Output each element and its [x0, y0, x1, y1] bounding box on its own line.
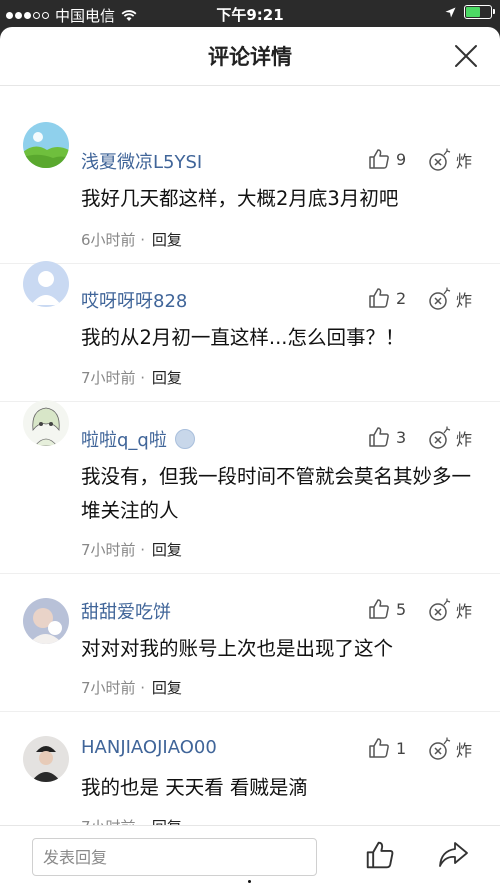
like-button[interactable]: 5: [368, 598, 406, 620]
comment-text: 我的也是 天天看 看贼是滴: [81, 776, 308, 799]
like-button[interactable]: 9: [368, 148, 406, 170]
bomb-label: 炸: [456, 152, 473, 171]
bomb-icon: [429, 426, 451, 449]
comment-text: 对对对我的账号上次也是出现了这个: [81, 637, 394, 660]
like-count: 3: [396, 427, 407, 447]
comment-text: 我的从2月初一直这样...怎么回事？！: [81, 326, 405, 349]
like-button[interactable]: 1: [368, 737, 406, 759]
comment-username[interactable]: 哎呀呀呀828: [81, 287, 187, 313]
reply-link[interactable]: 回复: [152, 231, 182, 249]
bomb-icon: [429, 737, 451, 760]
share-icon[interactable]: [437, 840, 469, 870]
username-text[interactable]: HANJIAOJIAO00: [81, 737, 217, 758]
bottom-bar: [0, 825, 500, 889]
home-indicator: [248, 880, 251, 883]
comment-detail-sheet: 评论详情 浅夏微凉L5YSI 9 炸 我好几天都这样，大概2月底3月初吧 6小时…: [0, 27, 500, 889]
bomb-button[interactable]: 炸: [428, 737, 472, 761]
comment-text: 我好几天都这样，大概2月底3月初吧: [81, 187, 399, 210]
thumbs-up-icon: [369, 599, 389, 619]
thumbs-up-icon: [369, 288, 389, 308]
comment-time: 7小时前 ·: [81, 679, 150, 697]
comment-text: 我没有，但我一段时间不管就会莫名其妙多一堆关注的人: [81, 465, 472, 522]
thumbs-up-icon: [369, 149, 389, 169]
bomb-button[interactable]: 炸: [428, 287, 472, 311]
bomb-button[interactable]: 炸: [428, 598, 472, 622]
close-icon[interactable]: [454, 44, 478, 68]
comment-meta: 7小时前 · 回复: [81, 677, 182, 698]
location-arrow-icon: [445, 7, 456, 17]
like-button[interactable]: 3: [368, 426, 406, 448]
comment-meta: 7小时前 · 回复: [81, 539, 182, 560]
like-button[interactable]: 2: [368, 287, 406, 309]
like-count: 1: [396, 738, 407, 758]
divider: [0, 263, 500, 264]
comment-time: 7小时前 ·: [81, 541, 150, 559]
bomb-label: 炸: [456, 291, 473, 310]
comment-username[interactable]: 啦啦q_q啦: [81, 426, 195, 452]
comment-time: 6小时前 ·: [81, 231, 150, 249]
like-count: 5: [396, 599, 407, 619]
avatar[interactable]: [23, 598, 69, 644]
battery-icon: [464, 5, 495, 19]
bomb-icon: [429, 148, 451, 171]
bomb-button[interactable]: 炸: [428, 426, 472, 450]
thumbs-up-icon: [369, 427, 389, 447]
reply-input[interactable]: [32, 838, 317, 876]
reply-link[interactable]: 回复: [152, 679, 182, 697]
sheet-header: 评论详情: [0, 27, 500, 86]
comment-username[interactable]: 甜甜爱吃饼: [81, 598, 171, 624]
avatar[interactable]: [23, 122, 69, 168]
bomb-label: 炸: [456, 741, 473, 760]
comment-meta: 7小时前 · 回复: [81, 367, 182, 388]
username-text[interactable]: 浅夏微凉L5YSI: [81, 148, 202, 174]
divider: [0, 401, 500, 402]
like-count: 2: [396, 288, 407, 308]
thumbs-up-icon: [369, 738, 389, 758]
divider: [0, 711, 500, 712]
verified-badge-icon: [174, 429, 195, 449]
status-time: 下午9:21: [216, 6, 284, 24]
reply-link[interactable]: 回复: [152, 369, 182, 387]
bomb-label: 炸: [456, 602, 473, 621]
page-title: 评论详情: [208, 45, 292, 69]
avatar[interactable]: [23, 736, 69, 782]
username-text[interactable]: 甜甜爱吃饼: [81, 598, 171, 624]
thumbs-up-icon[interactable]: [365, 840, 395, 870]
status-bar: 中国电信 下午9:21: [0, 0, 500, 28]
comment-username[interactable]: HANJIAOJIAO00: [81, 737, 217, 758]
bomb-label: 炸: [456, 430, 473, 449]
username-text[interactable]: 啦啦q_q啦: [81, 426, 167, 452]
avatar[interactable]: [23, 400, 69, 446]
comment-meta: 6小时前 · 回复: [81, 229, 182, 250]
divider: [0, 573, 500, 574]
bomb-icon: [429, 287, 451, 310]
reply-link[interactable]: 回复: [152, 541, 182, 559]
comment-username[interactable]: 浅夏微凉L5YSI: [81, 148, 202, 174]
username-text[interactable]: 哎呀呀呀828: [81, 287, 187, 313]
avatar[interactable]: [23, 261, 69, 307]
status-right: [445, 5, 495, 19]
bomb-icon: [429, 598, 451, 621]
bomb-button[interactable]: 炸: [428, 148, 472, 172]
like-count: 9: [396, 149, 407, 169]
comment-time: 7小时前 ·: [81, 369, 150, 387]
